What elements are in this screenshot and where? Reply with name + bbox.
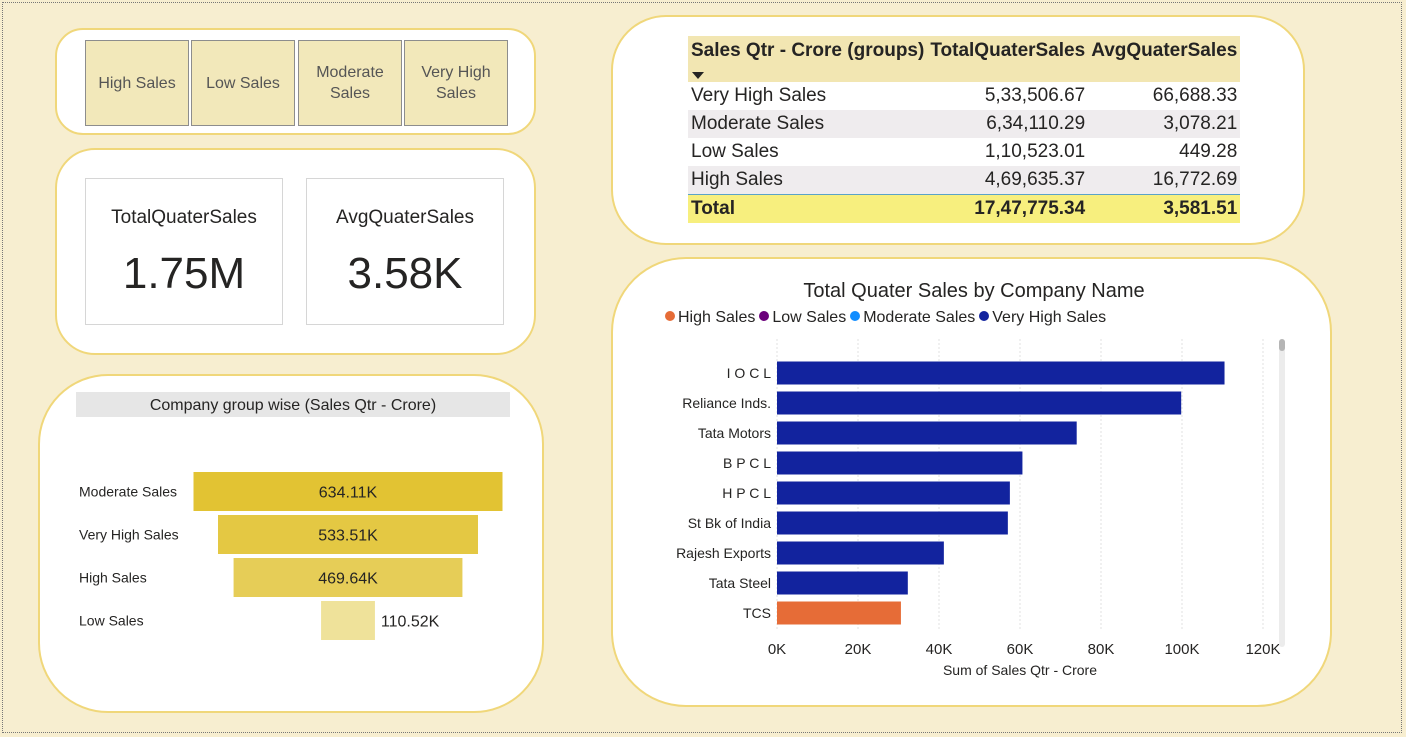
bar[interactable]: [777, 361, 1225, 385]
slicer-item-low-sales[interactable]: Low Sales: [191, 40, 295, 126]
bar[interactable]: [777, 451, 1023, 475]
column-header-group[interactable]: Sales Qtr - Crore (groups): [688, 36, 928, 82]
table-row[interactable]: High Sales 4,69,635.37 16,772.69: [688, 166, 1241, 195]
funnel-category-label: Very High Sales: [79, 527, 179, 543]
bar-chart-title: Total Quater Sales by Company Name: [803, 280, 1144, 302]
table-cell: 3,581.51: [1088, 194, 1241, 223]
funnel-category-label: Low Sales: [79, 613, 144, 629]
bar[interactable]: [777, 541, 944, 565]
scrollbar-thumb[interactable]: [1279, 339, 1285, 351]
table-cell: 1,10,523.01: [984, 141, 1086, 162]
funnel-data-label: 634.11K: [319, 485, 378, 502]
slicer-item-label: Very High Sales: [421, 64, 491, 102]
y-category-label: H P C L: [722, 485, 771, 501]
table-cell: 66,688.33: [1152, 85, 1238, 106]
y-category-label: Rajesh Exports: [676, 545, 771, 561]
sales-group-slicer: High Sales Low Sales Moderate Sales Very…: [55, 28, 536, 135]
y-category-label: Tata Motors: [698, 425, 771, 441]
x-tick-label: 80K: [1088, 641, 1115, 658]
x-tick-label: 100K: [1164, 641, 1199, 658]
funnel-category-label: Moderate Sales: [79, 484, 177, 500]
column-header-total[interactable]: TotalQuaterSales: [927, 36, 1089, 82]
bar[interactable]: [777, 481, 1010, 505]
funnel-chart-card: Company group wise (Sales Qtr - Crore) Mo…: [38, 374, 544, 713]
table-cell: High Sales: [688, 166, 928, 195]
x-tick-label: 120K: [1245, 641, 1280, 658]
funnel-data-label: 110.52K: [381, 614, 440, 631]
column-header-avg[interactable]: AvgQuaterSales: [1088, 36, 1241, 82]
legend-label: Moderate Sales: [863, 309, 976, 326]
column-header-label: Sales Qtr - Crore (groups): [691, 40, 925, 61]
kpi-avg-quarter-sales[interactable]: AvgQuaterSales 3.58K: [306, 178, 504, 325]
legend-dot-icon: [979, 311, 990, 321]
table-cell: Total: [688, 194, 928, 223]
x-axis-title: Sum of Sales Qtr - Crore: [943, 662, 1097, 678]
kpi-label: TotalQuaterSales: [111, 207, 257, 228]
slicer-item-label: Low Sales: [206, 74, 280, 92]
legend-label: Low Sales: [772, 309, 847, 326]
table-total-row[interactable]: Total 17,47,775.34 3,581.51: [688, 194, 1241, 223]
sales-matrix-card: Sales Qtr - Crore (groups) TotalQuaterSa…: [611, 15, 1305, 245]
bar[interactable]: [777, 511, 1008, 535]
y-category-label: TCS: [743, 605, 771, 621]
table-row[interactable]: Moderate Sales 6,34,110.29 3,078.21: [688, 110, 1241, 138]
table-row[interactable]: Low Sales 1,10,523.01 449.28: [688, 138, 1240, 166]
bar[interactable]: [777, 571, 908, 595]
x-tick-label: 0K: [768, 641, 786, 658]
legend-dot-icon: [665, 311, 675, 321]
slicer-item-label: High Sales: [98, 74, 176, 92]
table-header-row: Sales Qtr - Crore (groups) TotalQuaterSa…: [688, 36, 1241, 82]
table-row[interactable]: Very High Sales 5,33,506.67 66,688.33: [688, 82, 1240, 110]
x-tick-label: 60K: [1007, 641, 1034, 658]
y-category-label: Reliance Inds.: [682, 395, 771, 411]
y-category-label: I O C L: [727, 365, 772, 381]
legend-item[interactable]: Moderate Sales: [850, 309, 975, 327]
chart-legend: High Sales Low Sales Moderate Sales Very Hi…: [665, 309, 1110, 327]
table-cell: 449.28: [1179, 141, 1238, 162]
kpi-panel: TotalQuaterSales 1.75M AvgQuaterSales 3.…: [55, 148, 536, 355]
table-cell: 16,772.69: [1088, 166, 1241, 195]
y-category-label: St Bk of India: [688, 515, 771, 531]
vertical-scrollbar[interactable]: [1279, 339, 1285, 647]
legend-item[interactable]: High Sales: [665, 309, 755, 327]
bar-chart-card: Total Quater Sales by Company Name 0K 20K 4…: [611, 257, 1332, 707]
kpi-value: 3.58K: [347, 249, 463, 298]
bar[interactable]: [777, 391, 1182, 415]
legend-dot-icon: [759, 311, 770, 321]
slicer-item-moderate-sales[interactable]: Moderate Sales: [298, 40, 402, 126]
legend-label: Very High Sales: [992, 309, 1107, 326]
y-category-label: Tata Steel: [709, 575, 771, 591]
table-cell: Moderate Sales: [688, 110, 928, 138]
funnel-category-label: High Sales: [79, 570, 147, 586]
table-cell: 6,34,110.29: [927, 110, 1089, 138]
kpi-label: AvgQuaterSales: [335, 207, 474, 228]
funnel-chart[interactable]: Company group wise (Sales Qtr - Crore) Mo…: [40, 376, 546, 715]
table-cell: Very High Sales: [691, 85, 827, 106]
funnel-bar[interactable]: [321, 601, 375, 640]
kpi-total-quarter-sales[interactable]: TotalQuaterSales 1.75M: [85, 178, 283, 325]
x-tick-label: 20K: [845, 641, 872, 658]
y-category-label: B P C L: [723, 455, 771, 471]
bar[interactable]: [777, 601, 901, 625]
legend-item[interactable]: Low Sales: [759, 309, 846, 327]
table-cell: 3,078.21: [1088, 110, 1241, 138]
legend-item[interactable]: Very High Sales: [979, 309, 1106, 327]
slicer-item-label: Moderate Sales: [316, 64, 384, 102]
sales-matrix-table: Sales Qtr - Crore (groups) TotalQuaterSa…: [688, 36, 1241, 223]
x-tick-label: 40K: [926, 641, 953, 658]
funnel-title: Company group wise (Sales Qtr - Crore): [150, 397, 436, 414]
table-cell: Low Sales: [691, 141, 779, 162]
slicer-item-high-sales[interactable]: High Sales: [85, 40, 189, 126]
table-cell: 5,33,506.67: [984, 85, 1086, 106]
kpi-value: 1.75M: [122, 249, 246, 298]
bar[interactable]: [777, 421, 1077, 445]
slicer-item-very-high-sales[interactable]: Very High Sales: [404, 40, 508, 126]
legend-label: High Sales: [678, 309, 756, 326]
table-cell: 4,69,635.37: [927, 166, 1089, 195]
legend-dot-icon: [850, 311, 861, 321]
funnel-data-label: 533.51K: [318, 528, 378, 545]
funnel-data-label: 469.64K: [318, 571, 378, 588]
sort-descending-icon[interactable]: [692, 72, 704, 79]
table-cell: 17,47,775.34: [927, 194, 1089, 223]
